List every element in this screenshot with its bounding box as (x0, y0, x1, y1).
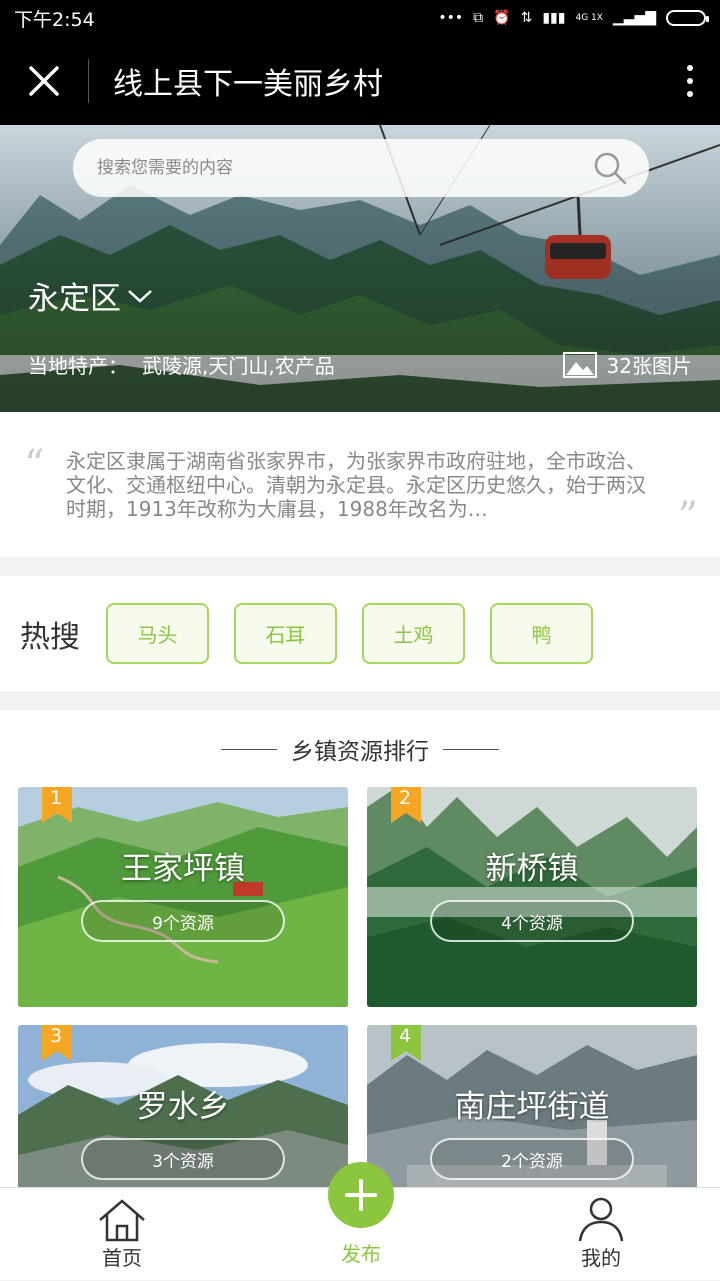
resource-count: 2个资源 (430, 1138, 634, 1180)
specialty-label: 当地特产： (28, 354, 128, 378)
publish-button[interactable] (328, 1162, 394, 1228)
search-bar[interactable] (73, 139, 649, 197)
rank-badge: 4 (391, 1025, 423, 1063)
town-card[interactable]: 王家坪镇 9个资源 1 (18, 787, 348, 1007)
status-icons: ••• ⧉ ⏰ ⇅ ▮▮▮ 4G 1X ▁▃▅▇ (438, 10, 709, 26)
image-icon (562, 351, 597, 378)
town-name: 罗水乡 (136, 1089, 230, 1125)
ranking-title: 乡镇资源排行 (0, 732, 720, 766)
page-title: 线上县下一美丽乡村 (113, 66, 383, 102)
battery-icon (666, 10, 709, 26)
search-icon[interactable] (593, 151, 627, 185)
more-dots-icon: ••• (438, 10, 464, 26)
specialty-value: 武陵源,天门山,农产品 (142, 354, 335, 378)
resource-count: 4个资源 (430, 900, 634, 942)
hot-tag[interactable]: 马头 (106, 603, 209, 664)
quote-open-icon: “ (24, 442, 45, 488)
district-selector[interactable]: 永定区 (28, 273, 153, 318)
signal-bars-icon: ▁▃▅▇ (612, 10, 656, 26)
more-menu-button[interactable] (660, 36, 720, 125)
app-bar: 线上县下一美丽乡村 (0, 36, 720, 125)
hero-banner: 永定区 当地特产： 武陵源,天门山,农产品 32张图片 (0, 125, 720, 412)
nav-home[interactable]: 首页 (52, 1188, 192, 1281)
status-bar: 下午2:54 ••• ⧉ ⏰ ⇅ ▮▮▮ 4G 1X ▁▃▅▇ (0, 0, 720, 36)
hot-search: 热搜 马头 石耳 土鸡 鸭 (0, 576, 720, 691)
divider (88, 58, 89, 103)
local-specialty: 当地特产： 武陵源,天门山,农产品 (28, 350, 335, 379)
nav-publish-label[interactable]: 发布 (320, 1238, 402, 1267)
rank-number: 2 (398, 787, 412, 809)
hot-tag[interactable]: 石耳 (234, 603, 337, 664)
divider (443, 748, 499, 750)
rank-badge: 3 (42, 1025, 74, 1063)
chevron-down-icon (128, 289, 152, 303)
more-vertical-icon (687, 64, 693, 71)
vibrate-icon: ⇅ (520, 10, 533, 26)
district-intro[interactable]: “ 永定区隶属于湖南省张家界市，为张家界市政府驻地，全市政治、文化、交通枢纽中心… (0, 412, 720, 557)
nav-mine-label: 我的 (581, 1246, 621, 1270)
nav-home-label: 首页 (102, 1246, 142, 1270)
town-card[interactable]: 南庄坪街道 2个资源 4 (367, 1025, 697, 1190)
ranking-title-text: 乡镇资源排行 (291, 739, 429, 765)
hot-search-label: 热搜 (20, 619, 80, 655)
photo-count-text: 32张图片 (606, 354, 692, 378)
bottom-nav: 首页 发布 我的 (0, 1162, 720, 1281)
resource-count: 9个资源 (81, 900, 285, 942)
hot-tag[interactable]: 鸭 (490, 603, 593, 664)
sync-icon: ⧉ (473, 10, 484, 26)
rank-number: 4 (398, 1025, 412, 1047)
resource-count: 3个资源 (81, 1138, 285, 1180)
district-name: 永定区 (28, 281, 121, 317)
town-card[interactable]: 新桥镇 4个资源 2 (367, 787, 697, 1007)
home-icon (99, 1199, 145, 1242)
signal-icon: ▮▮▮ (542, 10, 566, 26)
rank-badge: 1 (42, 787, 74, 825)
close-button[interactable] (0, 36, 88, 125)
alarm-icon: ⏰ (493, 10, 511, 26)
search-input[interactable] (95, 157, 593, 179)
town-name: 新桥镇 (485, 851, 579, 887)
rank-number: 3 (49, 1025, 63, 1047)
town-card[interactable]: 罗水乡 3个资源 3 (18, 1025, 348, 1190)
rank-number: 1 (49, 787, 63, 809)
status-time: 下午2:54 (14, 8, 95, 31)
intro-text: 永定区隶属于湖南省张家界市，为张家界市政府驻地，全市政治、文化、交通枢纽中心。清… (66, 449, 646, 521)
town-ranking: 乡镇资源排行 王家坪镇 9个资源 1 新桥镇 4个资源 2 罗水乡 3个资源 3… (0, 710, 720, 1190)
close-icon (29, 65, 59, 96)
town-name: 南庄坪街道 (454, 1089, 610, 1125)
plus-icon (345, 1179, 377, 1211)
network-type: 4G 1X (575, 13, 603, 23)
hot-tag[interactable]: 土鸡 (362, 603, 465, 664)
town-name: 王家坪镇 (121, 851, 245, 887)
rank-badge: 2 (391, 787, 423, 825)
quote-close-icon: ” (677, 494, 698, 540)
user-icon (578, 1197, 624, 1242)
photo-gallery-link[interactable]: 32张图片 (562, 350, 692, 379)
nav-mine[interactable]: 我的 (531, 1188, 671, 1281)
divider (221, 748, 277, 750)
